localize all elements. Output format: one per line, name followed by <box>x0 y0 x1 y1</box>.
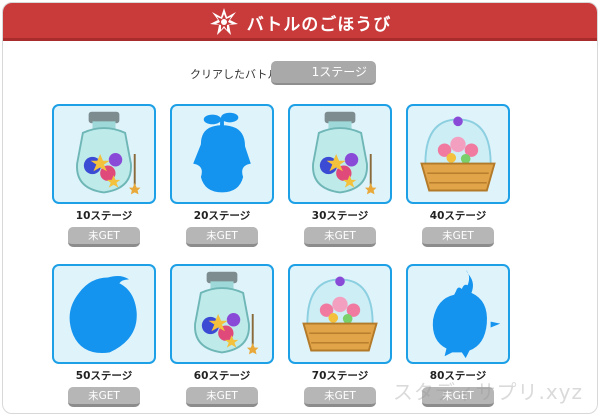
reward-card[interactable] <box>406 264 510 364</box>
reward-item: 70ステージ 未GET <box>288 264 392 407</box>
reward-item: 50ステージ 未GET <box>52 264 156 407</box>
stage-label: 60ステージ <box>193 370 251 382</box>
reward-item: 30ステージ 未GET <box>288 104 392 247</box>
stage-label: 70ステージ <box>311 370 369 382</box>
reward-item: 20ステージ 未GET <box>170 104 274 247</box>
reward-item: 40ステージ 未GET <box>406 104 510 247</box>
burst-star-icon <box>209 8 238 35</box>
get-button[interactable]: 未GET <box>304 227 376 247</box>
header-bar: バトルのごほうび <box>3 3 597 41</box>
stage-label: 20ステージ <box>193 210 251 222</box>
jar-icon <box>194 271 259 355</box>
cleared-battle-row: クリアしたバトル 1ステージ <box>3 61 597 87</box>
sprout-silhouette-icon <box>193 112 251 193</box>
stage-label: 10ステージ <box>75 210 133 222</box>
round-silhouette-icon <box>69 275 137 353</box>
stage-label: 40ステージ <box>429 210 487 222</box>
cleared-battle-value: 1ステージ <box>271 61 376 85</box>
get-button[interactable]: 未GET <box>422 227 494 247</box>
reward-card[interactable] <box>52 104 156 204</box>
get-button[interactable]: 未GET <box>68 227 140 247</box>
jar-icon <box>76 111 141 195</box>
candy-dome-icon <box>420 116 496 192</box>
get-button[interactable]: 未GET <box>304 387 376 407</box>
reward-card[interactable] <box>288 264 392 364</box>
reward-card[interactable] <box>170 264 274 364</box>
get-button[interactable]: 未GET <box>186 227 258 247</box>
candy-dome-icon <box>302 276 378 352</box>
get-button[interactable]: 未GET <box>68 387 140 407</box>
bird-silhouette-icon <box>432 269 501 359</box>
reward-card[interactable] <box>406 104 510 204</box>
stage-label: 50ステージ <box>75 370 133 382</box>
reward-item: 10ステージ 未GET <box>52 104 156 247</box>
reward-item: 60ステージ 未GET <box>170 264 274 407</box>
reward-card[interactable] <box>288 104 392 204</box>
watermark: スタディサプリ.xyz <box>392 380 583 404</box>
jar-icon <box>312 111 377 195</box>
rewards-panel: バトルのごほうび クリアしたバトル 1ステージ 10ステージ 未GET 20ステ… <box>2 2 598 414</box>
stage-label: 30ステージ <box>311 210 369 222</box>
reward-card[interactable] <box>170 104 274 204</box>
page-title: バトルのごほうび <box>246 14 392 35</box>
reward-card[interactable] <box>52 264 156 364</box>
cleared-battle-label: クリアしたバトル <box>190 68 279 81</box>
get-button[interactable]: 未GET <box>186 387 258 407</box>
